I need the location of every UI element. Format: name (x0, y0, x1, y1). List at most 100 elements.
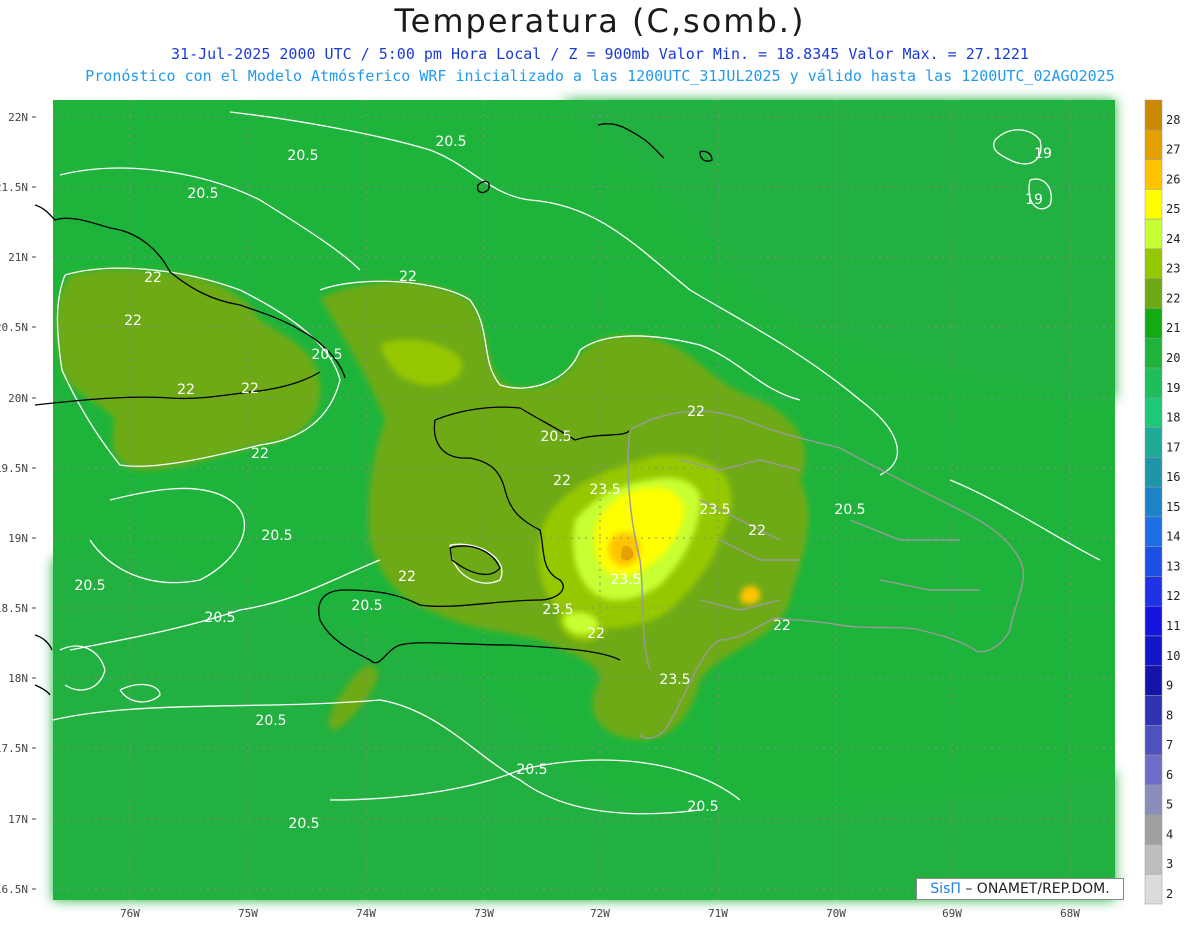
contour-label: 22 (124, 313, 142, 329)
contour-label: 22 (687, 404, 705, 420)
lon-label: 71W (708, 907, 728, 920)
colorbar-swatch (1144, 189, 1163, 220)
contour-label: 20.5 (516, 762, 547, 778)
colorbar-label: 15 (1166, 500, 1180, 514)
colorbar-label: 2 (1166, 887, 1173, 901)
credit-brand: SisΠ (930, 881, 961, 897)
colorbar-swatch (1144, 695, 1163, 726)
colorbar-label: 20 (1166, 351, 1180, 365)
contour-label: 22 (144, 270, 162, 286)
colorbar-swatch (1144, 546, 1163, 577)
colorbar-swatch (1144, 725, 1163, 756)
contour-label: 23.5 (610, 572, 641, 588)
colorbar-label: 6 (1166, 768, 1173, 782)
lat-label: 20N (8, 392, 28, 405)
lon-label: 74W (356, 907, 376, 920)
contour-label: 20.5 (351, 598, 382, 614)
contour-label: 20.5 (834, 502, 865, 518)
colorbar-swatch (1144, 159, 1163, 190)
colorbar-swatch (1144, 129, 1163, 160)
contour-label: 20.5 (255, 713, 286, 729)
contour-label: 22 (398, 569, 416, 585)
colorbar-swatch (1144, 337, 1163, 369)
lon-label: 75W (238, 907, 258, 920)
lat-label: 21.5N (0, 181, 28, 194)
contour-label: 22 (241, 381, 259, 397)
latitude-ticks (32, 116, 36, 890)
contour-label: 22 (748, 523, 766, 539)
colorbar-label: 22 (1166, 291, 1180, 305)
colorbar-swatch (1144, 844, 1163, 875)
colorbar-swatch (1144, 516, 1163, 547)
contour-label: 20.5 (287, 148, 318, 164)
colorbar-label: 10 (1166, 649, 1180, 663)
contour-label: 20.5 (288, 816, 319, 832)
colorbar-label: 16 (1166, 470, 1180, 484)
credit-text: – ONAMET/REP.DOM. (965, 881, 1110, 897)
contour-label: 22 (587, 626, 605, 642)
colorbar-label: 28 (1166, 113, 1180, 127)
colorbar-label: 24 (1166, 232, 1180, 246)
contour-label: 20.5 (204, 610, 235, 626)
contour-label: 23.5 (699, 502, 730, 518)
colorbar-label: 4 (1166, 827, 1173, 841)
colorbar-swatch (1144, 99, 1163, 131)
colorbar-swatch (1144, 308, 1163, 339)
colorbar-label: 3 (1166, 857, 1173, 871)
colorbar-swatch (1144, 814, 1163, 845)
colorbar-label: 27 (1166, 143, 1180, 157)
lon-label: 70W (826, 907, 846, 920)
contour-label: 20.5 (435, 134, 466, 150)
lon-label: 76W (120, 907, 140, 920)
colorbar-swatch (1144, 754, 1163, 786)
credit-box: SisΠ – ONAMET/REP.DOM. (916, 878, 1124, 900)
lat-label: 21N (8, 251, 28, 264)
colorbar-swatch (1144, 665, 1163, 696)
contour-label: 23.5 (542, 602, 573, 618)
contour-label: 22 (773, 618, 791, 634)
contour-label: 19 (1025, 192, 1043, 208)
contour-label: 22 (251, 446, 269, 462)
colorbar-swatch (1144, 576, 1163, 607)
colorbar-swatch (1144, 784, 1163, 815)
colorbar-swatch (1144, 457, 1163, 488)
colorbar-label: 9 (1166, 679, 1173, 693)
lat-label: 16.5N (0, 883, 28, 896)
lon-label: 73W (474, 907, 494, 920)
colorbar-label: 19 (1166, 381, 1180, 395)
lat-label: 17N (8, 813, 28, 826)
colorbar-label: 12 (1166, 589, 1180, 603)
colorbar-label: 8 (1166, 708, 1173, 722)
contour-label: 20.5 (261, 528, 292, 544)
colorbar-swatch (1144, 605, 1163, 637)
contour-label: 23.5 (659, 672, 690, 688)
contour-label: 20.5 (540, 429, 571, 445)
lat-label: 22N (8, 111, 28, 124)
lat-label: 20.5N (0, 321, 28, 334)
latitude-axis: 22N 21.5N 21N 20.5N 20N 19.5N 19N 18.5N … (0, 111, 28, 896)
colorbar-label: 17 (1166, 440, 1180, 454)
lat-label: 17.5N (0, 742, 28, 755)
colorbar-swatch (1144, 486, 1163, 518)
contour-label: 20.5 (311, 347, 342, 363)
colorbar-swatch (1144, 397, 1163, 428)
contour-label: 20.5 (74, 578, 105, 594)
colorbar-swatch (1144, 248, 1163, 279)
lon-label: 69W (942, 907, 962, 920)
colorbar-label: 18 (1166, 411, 1180, 425)
lon-label: 68W (1060, 907, 1080, 920)
colorbar-label: 7 (1166, 738, 1173, 752)
lat-label: 19.5N (0, 462, 28, 475)
lat-label: 19N (8, 532, 28, 545)
colorbar-label: 25 (1166, 202, 1180, 216)
contour-label: 22 (177, 382, 195, 398)
colorbar-label: 5 (1166, 798, 1173, 812)
colorbar-swatch (1144, 427, 1163, 458)
colorbar-swatch (1144, 278, 1163, 309)
colorbar-label: 23 (1166, 262, 1180, 276)
contour-label: 20.5 (687, 799, 718, 815)
lat-label: 18.5N (0, 602, 28, 615)
contour-label: 22 (553, 473, 571, 489)
contour-label: 23.5 (589, 482, 620, 498)
colorbar-label: 11 (1166, 619, 1180, 633)
